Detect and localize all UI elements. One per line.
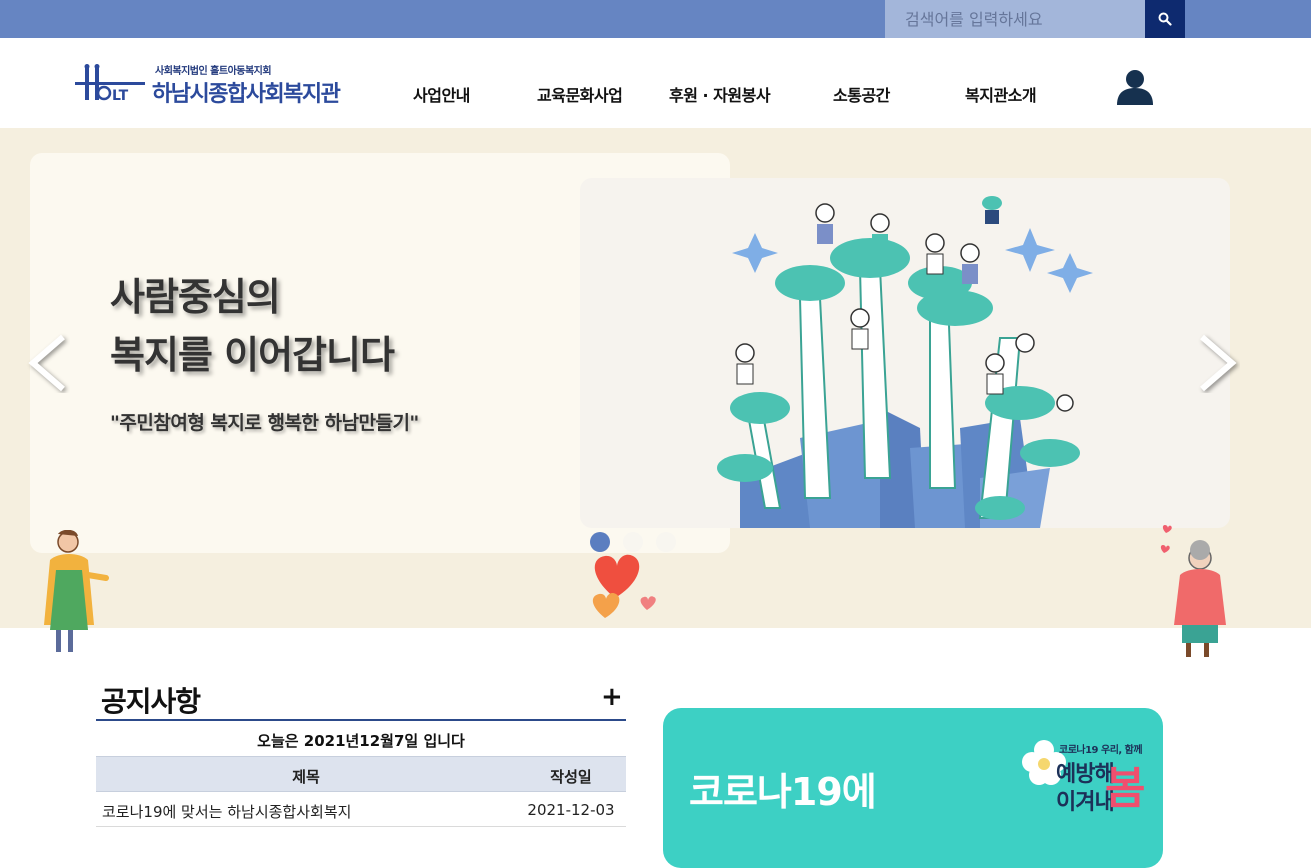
hero-title-line1: 사람중심의 bbox=[110, 275, 281, 319]
nav-business-info[interactable]: 사업안내 bbox=[413, 82, 470, 106]
column-header-date: 작성일 bbox=[550, 768, 592, 786]
logo-subtitle: 사회복지법인 홀트아동복지회 bbox=[155, 66, 272, 77]
search-button[interactable] bbox=[1145, 0, 1185, 38]
slider-next-arrow[interactable] bbox=[1195, 333, 1240, 393]
site-header: LT 사회복지법인 홀트아동복지회 하남시종합사회복지관 사업안내 교육문화사업… bbox=[0, 38, 1311, 128]
notice-today-date: 오늘은 2021년12월7일 입니다 bbox=[257, 732, 465, 750]
search-icon bbox=[1158, 12, 1172, 26]
holt-logo-mark: LT bbox=[75, 64, 145, 104]
covid-banner[interactable]: 코로나19에 코로나19 우리, 함께 예방해 이겨내 봄 bbox=[663, 708, 1163, 868]
hero-subtitle: "주민참여형 복지로 행복한 하남만들기" bbox=[110, 412, 419, 434]
grandmother-illustration-right bbox=[1160, 525, 1226, 657]
column-header-title: 제목 bbox=[292, 768, 320, 786]
nav-education-culture[interactable]: 교육문화사업 bbox=[537, 82, 623, 106]
notice-row[interactable]: 코로나19에 맞서는 하남시종합사회복지 2021-12-03 bbox=[96, 792, 626, 827]
hero-title: 사람중심의 복지를 이어갑니다 bbox=[110, 268, 395, 384]
notice-more-button[interactable]: + bbox=[601, 682, 623, 712]
site-logo[interactable]: LT 사회복지법인 홀트아동복지회 하남시종합사회복지관 bbox=[75, 60, 360, 110]
notice-row-date: 2021-12-03 bbox=[527, 801, 615, 819]
hearts-decoration bbox=[592, 554, 656, 618]
grandmother-illustration-left bbox=[44, 530, 109, 652]
nav-donation-volunteer[interactable]: 후원 · 자원봉사 bbox=[669, 82, 771, 106]
slider-prev-arrow[interactable] bbox=[25, 333, 70, 393]
nav-about[interactable]: 복지관소개 bbox=[965, 82, 1037, 106]
hero-title-line2: 복지를 이어갑니다 bbox=[110, 333, 395, 377]
hero-illustration bbox=[580, 178, 1230, 528]
svg-text:LT: LT bbox=[112, 88, 129, 104]
user-icon[interactable] bbox=[1115, 68, 1155, 106]
hero-slider: 사람중심의 복지를 이어갑니다 "주민참여형 복지로 행복한 하남만들기" bbox=[0, 128, 1311, 628]
covid-banner-title: 코로나19에 bbox=[689, 770, 877, 814]
covid-badge-big-char: 봄 bbox=[1105, 763, 1146, 814]
search-input[interactable] bbox=[885, 0, 1145, 38]
logo-title: 하남시종합사회복지관 bbox=[152, 82, 341, 107]
people-on-trees-illustration bbox=[717, 196, 1093, 528]
notice-row-title: 코로나19에 맞서는 하남시종합사회복지 bbox=[102, 803, 352, 821]
notice-divider bbox=[96, 719, 626, 721]
nav-community[interactable]: 소통공간 bbox=[833, 82, 890, 106]
notice-title: 공지사항 bbox=[101, 685, 201, 718]
notice-table-header: 제목 작성일 bbox=[96, 756, 626, 792]
